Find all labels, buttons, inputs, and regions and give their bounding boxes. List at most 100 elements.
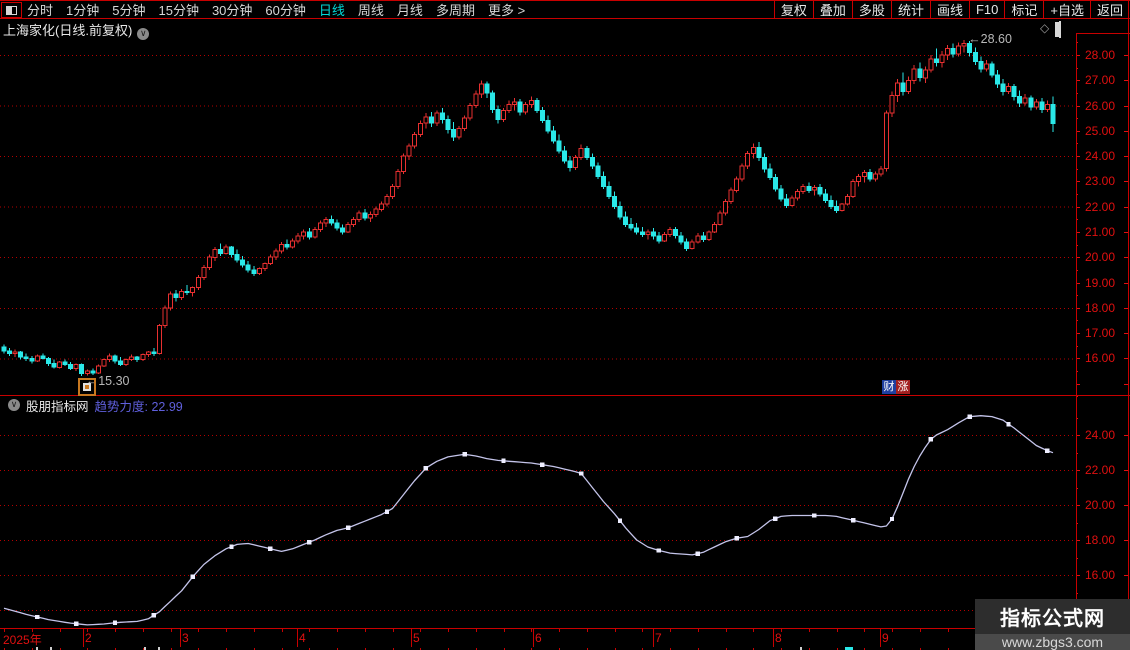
event-square-marker[interactable] [78, 378, 96, 396]
indicator-axis-label: 16.00 [1085, 568, 1116, 582]
price-axis-label: 22.00 [1085, 200, 1116, 214]
x-axis-label: 7 [655, 631, 662, 645]
x-axis-week-tick [198, 629, 199, 632]
f10-button[interactable]: F10 [968, 1, 1004, 18]
tool-buttons: 复权 叠加 多股 统计 画线 F10 标记 +自选 返回 [773, 1, 1129, 18]
x-axis-week-tick [809, 629, 810, 632]
price-axis-label: 24.00 [1085, 149, 1116, 163]
indicator-source-label: 股朋指标网 [26, 399, 89, 414]
x-axis-week-tick [670, 629, 671, 632]
x-axis-week-tick [726, 629, 727, 632]
x-axis-month-separator [653, 629, 654, 647]
x-axis-month-separator [773, 629, 774, 647]
x-axis-week-tick [615, 629, 616, 632]
news-badge-finance: 财 [882, 380, 896, 394]
draw-line-button[interactable]: 画线 [929, 1, 969, 18]
fuquan-button[interactable]: 复权 [773, 1, 813, 18]
x-axis-week-tick [60, 629, 61, 632]
right-border-line [1128, 0, 1129, 647]
indicator-header: ∨ 股朋指标网 趋势力度: 22.99 [3, 398, 183, 414]
x-axis-label: 5 [413, 631, 420, 645]
price-axis-label: 17.00 [1085, 326, 1116, 340]
price-axis-label: 23.00 [1085, 174, 1116, 188]
tab-multi-period[interactable]: 多周期 [436, 0, 475, 19]
x-axis-week-tick [226, 629, 227, 632]
tab-daily[interactable]: 日线 [319, 0, 345, 19]
collapse-chevron-icon[interactable]: ∨ [8, 399, 20, 411]
x-axis-label: 2025年 [3, 633, 42, 647]
x-axis-week-tick [365, 629, 366, 632]
x-axis-week-tick [143, 629, 144, 632]
x-axis-week-tick [531, 629, 532, 632]
x-axis-label: 3 [182, 631, 189, 645]
tab-60min[interactable]: 60分钟 [265, 0, 305, 19]
x-axis-week-tick [864, 629, 865, 632]
news-badge[interactable]: 财 涨 [882, 380, 910, 394]
tab-more[interactable]: 更多 > [488, 0, 525, 19]
event-square-inner [83, 383, 91, 391]
tab-fenshi[interactable]: 分时 [27, 0, 53, 19]
price-axis-label: 28.00 [1085, 48, 1116, 62]
price-axis-label: 18.00 [1085, 301, 1116, 315]
x-axis-week-tick [753, 629, 754, 632]
tab-monthly[interactable]: 月线 [397, 0, 423, 19]
chart-title-bar: 上海家化(日线.前复权) ∨ ◇ [0, 20, 1130, 40]
x-axis-week-tick [309, 629, 310, 632]
diamond-tool-icon[interactable]: ◇ [1040, 21, 1049, 35]
axis-divider-line [1076, 33, 1077, 647]
layout-toggle-button[interactable] [1, 2, 22, 18]
x-axis-week-tick [559, 629, 560, 632]
x-axis-week-tick [892, 629, 893, 632]
x-axis-month-separator [180, 629, 181, 647]
indicator-axis-label: 22.00 [1085, 463, 1116, 477]
x-axis-label: 4 [299, 631, 306, 645]
x-axis-week-tick [393, 629, 394, 632]
multi-stock-button[interactable]: 多股 [851, 1, 891, 18]
x-axis-week-tick [87, 629, 88, 632]
tab-30min[interactable]: 30分钟 [212, 0, 252, 19]
high-price-label: ←28.60 [968, 31, 1012, 46]
watermark: 指标公式网 www.zbgs3.com [975, 599, 1130, 650]
axis-top-line [1076, 33, 1130, 34]
indicator-axis-label: 18.00 [1085, 533, 1116, 547]
tab-weekly[interactable]: 周线 [358, 0, 384, 19]
tab-5min[interactable]: 5分钟 [112, 0, 145, 19]
indicator-axis: 24.00 22.00 20.00 18.00 16.00 [1076, 396, 1130, 629]
mark-button[interactable]: 标记 [1004, 1, 1043, 18]
main-candlestick-chart[interactable] [0, 35, 1076, 396]
price-axis: 28.00 27.00 26.00 25.00 24.00 23.00 22.00 21.00… [1076, 35, 1130, 397]
x-axis-week-tick [837, 629, 838, 632]
x-axis-week-tick [587, 629, 588, 632]
x-axis: 2025年 2 3 4 5 6 7 8 9 [0, 629, 1130, 647]
x-axis-month-separator [297, 629, 298, 647]
x-axis-label: 2 [85, 631, 92, 645]
x-axis-week-tick [32, 629, 33, 632]
add-watchlist-button[interactable]: +自选 [1043, 1, 1090, 18]
x-axis-week-tick [337, 629, 338, 632]
tab-1min[interactable]: 1分钟 [66, 0, 99, 19]
statistics-button[interactable]: 统计 [890, 1, 930, 18]
x-axis-week-tick [282, 629, 283, 632]
back-button[interactable]: 返回 [1089, 1, 1129, 18]
overlay-button[interactable]: 叠加 [812, 1, 852, 18]
period-tabs: 分时 1分钟 5分钟 15分钟 30分钟 60分钟 日线 周线 月线 多周期 更… [27, 1, 525, 18]
price-axis-label: 20.00 [1085, 250, 1116, 264]
news-badge-rise: 涨 [896, 380, 910, 394]
x-axis-week-tick [171, 629, 172, 632]
x-axis-month-separator [533, 629, 534, 647]
x-axis-label: 9 [882, 631, 889, 645]
watermark-title: 指标公式网 [975, 599, 1130, 634]
price-axis-label: 21.00 [1085, 225, 1116, 239]
x-axis-week-tick [781, 629, 782, 632]
price-axis-label: 19.00 [1085, 276, 1116, 290]
x-axis-week-tick [504, 629, 505, 632]
indicator-axis-label: 20.00 [1085, 498, 1116, 512]
split-view-icon [6, 5, 17, 15]
x-axis-month-separator [411, 629, 412, 647]
indicator-chart[interactable]: ∨ 股朋指标网 趋势力度: 22.99 [0, 396, 1076, 629]
x-axis-week-tick [948, 629, 949, 632]
x-axis-week-tick [115, 629, 116, 632]
tab-15min[interactable]: 15分钟 [158, 0, 198, 19]
x-axis-month-separator [83, 629, 84, 647]
price-axis-label: 26.00 [1085, 99, 1116, 113]
